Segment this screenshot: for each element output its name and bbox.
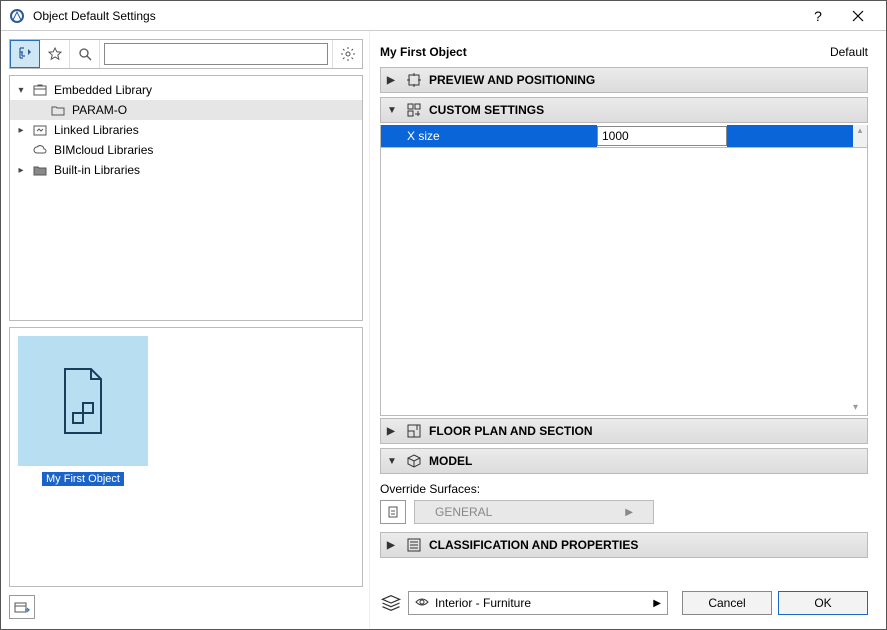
cloud-icon [32, 142, 48, 158]
left-footer [9, 593, 363, 621]
expand-icon[interactable]: ▸ [14, 165, 28, 176]
section-label: CUSTOM SETTINGS [429, 103, 544, 117]
tree-mode-button[interactable] [10, 40, 40, 68]
right-pane: My First Object Default ▶ PREVIEW AND PO… [369, 31, 886, 629]
tree-item-paramo[interactable]: PARAM-O [10, 100, 362, 120]
tree-item-builtin[interactable]: ▸ Built-in Libraries [10, 160, 362, 180]
cancel-button[interactable]: Cancel [682, 591, 772, 615]
collapse-icon[interactable]: ▾ [14, 85, 28, 96]
positioning-icon [405, 71, 423, 89]
main-content: ▾ Embedded Library PARAM-O ▸ Linked Libr… [1, 31, 886, 629]
settings-icon [405, 101, 423, 119]
chevron-right-icon: ▶ [625, 507, 633, 518]
param-name: X size [387, 125, 597, 147]
model-icon [405, 452, 423, 470]
folder-icon [50, 102, 66, 118]
layer-icon [380, 592, 402, 614]
section-label: CLASSIFICATION AND PROPERTIES [429, 538, 638, 552]
chevron-right-icon: ▶ [653, 598, 661, 609]
search-input[interactable] [104, 43, 328, 65]
scroll-down-icon[interactable]: ▾ [853, 402, 865, 413]
tree-label: Built-in Libraries [52, 163, 140, 177]
eye-icon [415, 595, 429, 612]
expand-icon[interactable]: ▸ [14, 125, 28, 136]
thumbnail-image [18, 336, 148, 466]
left-toolbar [9, 39, 363, 69]
section-floorplan[interactable]: ▶ FLOOR PLAN AND SECTION [380, 418, 868, 444]
section-classification[interactable]: ▶ CLASSIFICATION AND PROPERTIES [380, 532, 868, 558]
library-icon [32, 82, 48, 98]
param-row-xsize[interactable]: X size ▴ [381, 125, 867, 147]
layer-name: Interior - Furniture [435, 596, 531, 610]
tree-item-bimcloud[interactable]: BIMcloud Libraries [10, 140, 362, 160]
tree-label: Embedded Library [52, 83, 152, 97]
linked-icon [32, 122, 48, 138]
settings-button[interactable] [332, 40, 362, 68]
list-icon [405, 536, 423, 554]
expand-icon: ▶ [387, 540, 399, 551]
object-header: My First Object Default [370, 39, 878, 65]
library-manager-button[interactable] [9, 595, 35, 619]
ok-button[interactable]: OK [778, 591, 868, 615]
section-preview-positioning[interactable]: ▶ PREVIEW AND POSITIONING [380, 67, 868, 93]
left-pane: ▾ Embedded Library PARAM-O ▸ Linked Libr… [1, 31, 369, 629]
default-label: Default [830, 45, 868, 59]
scroll-up-icon[interactable]: ▴ [853, 125, 867, 147]
tree-item-embedded[interactable]: ▾ Embedded Library [10, 80, 362, 100]
param-value-input[interactable] [597, 126, 727, 146]
section-model[interactable]: ▼ MODEL [380, 448, 868, 474]
custom-settings-panel: X size ▴ [380, 125, 868, 148]
section-custom-settings[interactable]: ▼ CUSTOM SETTINGS [380, 97, 868, 123]
tree-label: PARAM-O [70, 103, 127, 117]
surface-override-toggle[interactable] [380, 500, 406, 524]
object-title: My First Object [380, 45, 467, 59]
override-surfaces-label: Override Surfaces: [380, 482, 868, 496]
expand-icon: ▶ [387, 426, 399, 437]
help-button[interactable]: ? [798, 1, 838, 31]
custom-settings-body: ▾ [380, 148, 868, 416]
button-label: Cancel [708, 596, 745, 610]
preview-panel: My First Object [9, 327, 363, 587]
floorplan-icon [405, 422, 423, 440]
library-tree[interactable]: ▾ Embedded Library PARAM-O ▸ Linked Libr… [9, 75, 363, 321]
collapse-icon: ▼ [387, 456, 399, 467]
folder-icon [32, 162, 48, 178]
tree-item-linked[interactable]: ▸ Linked Libraries [10, 120, 362, 140]
app-icon [9, 8, 25, 24]
search-button[interactable] [70, 40, 100, 68]
section-label: MODEL [429, 454, 472, 468]
favorites-button[interactable] [40, 40, 70, 68]
section-label: FLOOR PLAN AND SECTION [429, 424, 593, 438]
button-label: OK [814, 596, 831, 610]
button-bar: Interior - Furniture ▶ Cancel OK [370, 585, 878, 621]
thumbnail-label: My First Object [42, 472, 124, 486]
window-title: Object Default Settings [33, 9, 798, 23]
titlebar: Object Default Settings ? [1, 1, 886, 31]
tree-label: Linked Libraries [52, 123, 139, 137]
general-surface-dropdown: GENERAL ▶ [414, 500, 654, 524]
tree-label: BIMcloud Libraries [52, 143, 153, 157]
object-thumbnail[interactable]: My First Object [18, 336, 148, 486]
general-surface-row: GENERAL ▶ [380, 500, 868, 524]
expand-icon: ▶ [387, 75, 399, 86]
close-button[interactable] [838, 1, 878, 31]
section-label: PREVIEW AND POSITIONING [429, 73, 595, 87]
layer-dropdown[interactable]: Interior - Furniture ▶ [408, 591, 668, 615]
collapse-icon: ▼ [387, 105, 399, 116]
dropdown-label: GENERAL [435, 505, 492, 519]
